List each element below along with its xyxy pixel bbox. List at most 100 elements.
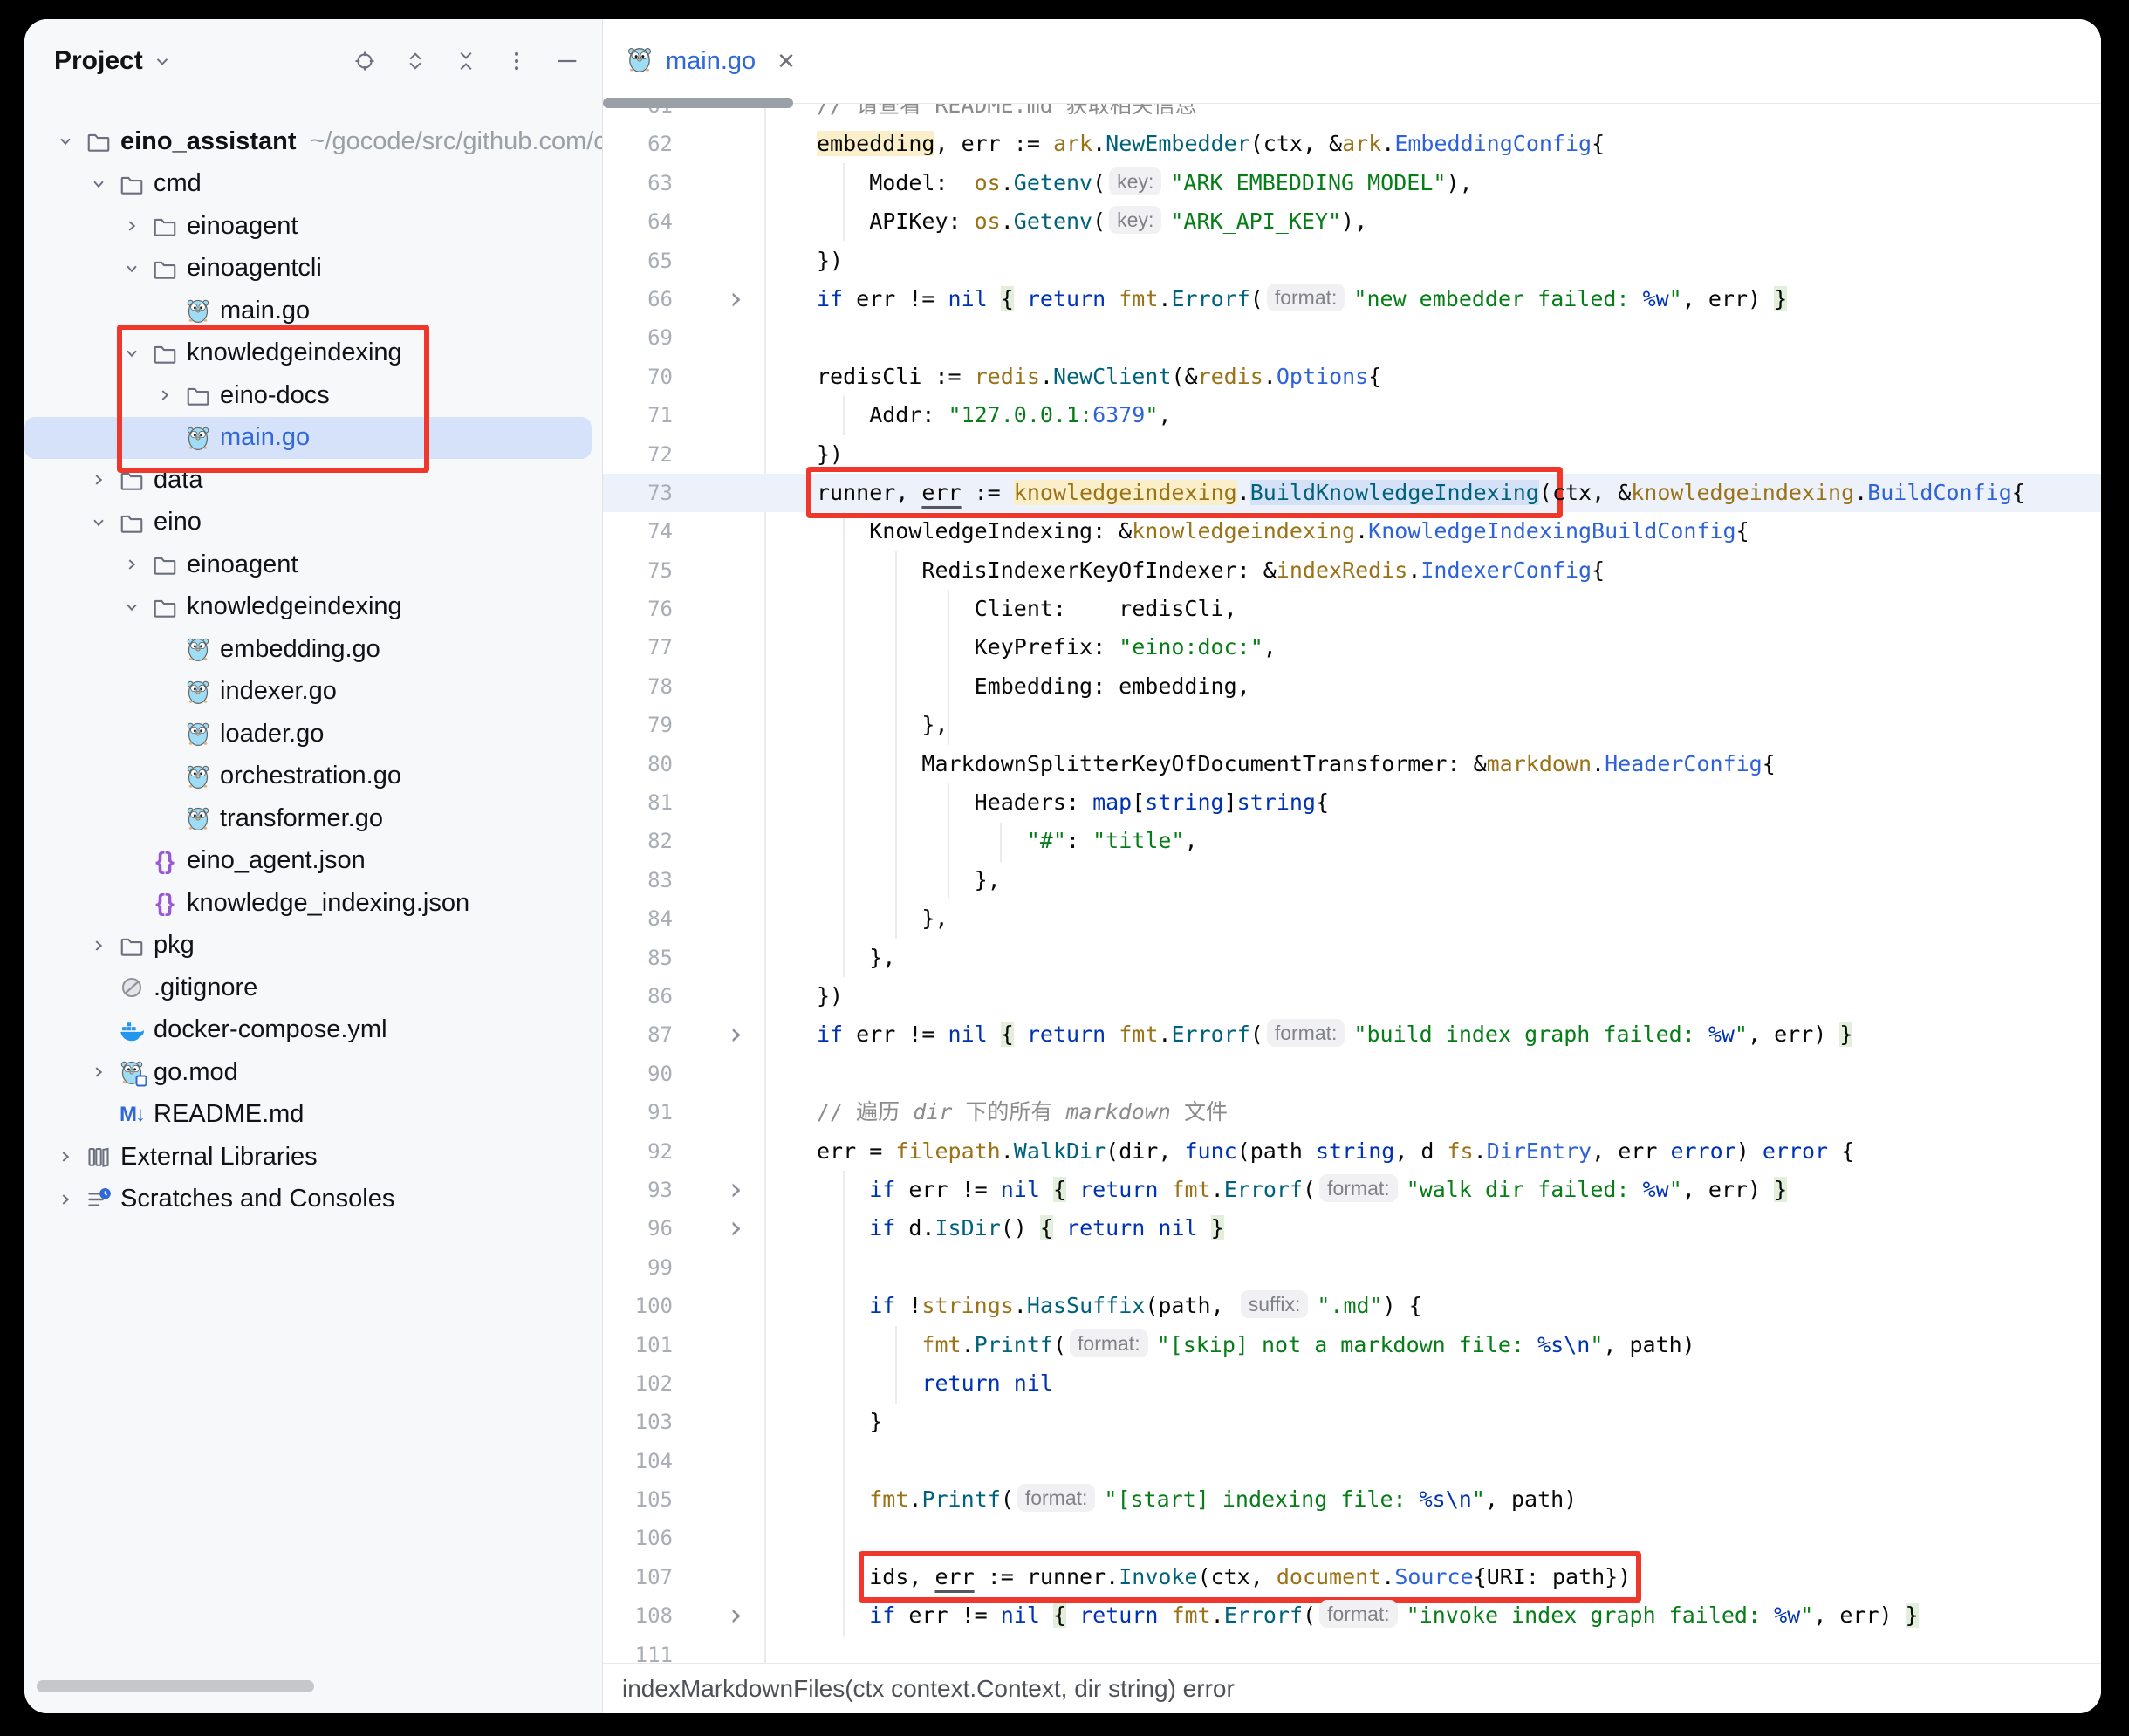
fold-arrow-icon[interactable]: › [673, 1596, 799, 1635]
line-number[interactable]: 90 [603, 1055, 673, 1093]
sidebar-horizontal-scrollbar[interactable] [37, 1680, 314, 1692]
code-line-76[interactable]: 76 Client: redisCli, [603, 590, 2101, 628]
code-line-69[interactable]: 69 [603, 318, 2101, 357]
tree-item-transformer.go[interactable]: transformer.go [24, 797, 602, 840]
code-line-99[interactable]: 99 [603, 1248, 2101, 1287]
tree-item-einoagent[interactable]: einoagent [24, 543, 602, 586]
line-number[interactable]: 86 [603, 977, 673, 1015]
line-number[interactable]: 69 [603, 318, 673, 357]
code-line-101[interactable]: 101 fmt.Printf(format:"[skip] not a mark… [603, 1326, 2101, 1364]
line-number[interactable]: 63 [603, 164, 673, 202]
line-number[interactable]: 99 [603, 1248, 673, 1287]
chevron-down-icon[interactable] [82, 513, 115, 532]
chevron-right-icon[interactable] [82, 470, 115, 489]
code-line-102[interactable]: 102 return nil [603, 1364, 2101, 1403]
line-number[interactable]: 85 [603, 939, 673, 977]
code-line-100[interactable]: 100 if !strings.HasSuffix(path, suffix:"… [603, 1287, 2101, 1325]
tree-item-eino-agent.json[interactable]: {}eino_agent.json [24, 840, 602, 883]
tree-item-einoagent[interactable]: einoagent [24, 205, 602, 248]
line-number[interactable]: 87 [603, 1015, 673, 1054]
line-number[interactable]: 72 [603, 435, 673, 474]
chevron-right-icon[interactable] [49, 1147, 82, 1166]
tree-item-knowledgeindexing[interactable]: knowledgeindexing [24, 586, 602, 629]
line-number[interactable]: 66 [603, 280, 673, 318]
fold-arrow-icon[interactable]: › [673, 1015, 799, 1054]
chevron-right-icon[interactable] [148, 386, 181, 405]
code-line-87[interactable]: 87›if err != nil { return fmt.Errorf(for… [603, 1015, 2101, 1054]
line-number[interactable]: 91 [603, 1093, 673, 1131]
code-line-90[interactable]: 90 [603, 1055, 2101, 1093]
chevron-down-icon[interactable] [115, 344, 148, 363]
chevron-right-icon[interactable] [82, 936, 115, 955]
code-line-83[interactable]: 83 }, [603, 861, 2101, 899]
code-line-103[interactable]: 103 } [603, 1403, 2101, 1441]
code-line-66[interactable]: 66›if err != nil { return fmt.Errorf(for… [603, 280, 2101, 318]
tree-item-loader.go[interactable]: loader.go [24, 713, 602, 755]
fold-arrow-icon[interactable]: › [673, 1209, 799, 1247]
line-number[interactable]: 96 [603, 1209, 673, 1247]
code-line-63[interactable]: 63 Model: os.Getenv(key:"ARK_EMBEDDING_M… [603, 164, 2101, 202]
tree-item-pkg[interactable]: pkg [24, 925, 602, 967]
tree-item-orchestration.go[interactable]: orchestration.go [24, 755, 602, 798]
close-icon[interactable]: ✕ [777, 48, 796, 75]
line-number[interactable]: 107 [603, 1558, 673, 1596]
chevron-down-icon[interactable] [150, 49, 175, 73]
code-line-73[interactable]: 73runner, err := knowledgeindexing.Build… [603, 474, 2101, 512]
line-number[interactable]: 77 [603, 628, 673, 666]
code-line-84[interactable]: 84 }, [603, 899, 2101, 938]
line-number[interactable]: 92 [603, 1132, 673, 1171]
code-line-91[interactable]: 91// 遍历 dir 下的所有 markdown 文件 [603, 1093, 2101, 1131]
code-line-96[interactable]: 96› if d.IsDir() { return nil } [603, 1209, 2101, 1247]
code-line-77[interactable]: 77 KeyPrefix: "eino:doc:", [603, 628, 2101, 666]
line-number[interactable]: 84 [603, 899, 673, 938]
tree-item-main.go[interactable]: main.go [24, 290, 602, 332]
line-number[interactable]: 73 [603, 474, 673, 512]
line-number[interactable]: 104 [603, 1442, 673, 1480]
line-number[interactable]: 79 [603, 706, 673, 744]
code-line-105[interactable]: 105 fmt.Printf(format:"[start] indexing … [603, 1480, 2101, 1519]
code-viewport[interactable]: 61// 请查看 README.md 获取相关信息62embedding, er… [603, 104, 2101, 1663]
code-line-86[interactable]: 86}) [603, 977, 2101, 1015]
code-line-70[interactable]: 70redisCli := redis.NewClient(&redis.Opt… [603, 358, 2101, 396]
line-number[interactable]: 93 [603, 1171, 673, 1209]
tree-item-docker-compose.yml[interactable]: docker-compose.yml [24, 1009, 602, 1052]
code-line-81[interactable]: 81 Headers: map[string]string{ [603, 783, 2101, 822]
hide-panel-icon[interactable] [555, 49, 579, 73]
more-options-icon[interactable] [504, 49, 529, 73]
chevron-down-icon[interactable] [115, 598, 148, 617]
code-line-82[interactable]: 82 "#": "title", [603, 822, 2101, 860]
code-line-111[interactable]: 111 [603, 1636, 2101, 1663]
collapse-all-icon[interactable] [454, 49, 478, 73]
line-number[interactable]: 83 [603, 861, 673, 899]
tree-item-einoagentcli[interactable]: einoagentcli [24, 248, 602, 290]
expand-all-icon[interactable] [403, 49, 428, 73]
line-number[interactable]: 76 [603, 590, 673, 628]
tree-item-main.go[interactable]: main.go [24, 417, 592, 460]
tree-item-knowledgeindexing[interactable]: knowledgeindexing [24, 332, 602, 375]
code-line-93[interactable]: 93› if err != nil { return fmt.Errorf(fo… [603, 1171, 2101, 1209]
line-number[interactable]: 80 [603, 745, 673, 783]
line-number[interactable]: 62 [603, 125, 673, 163]
line-number[interactable]: 103 [603, 1403, 673, 1441]
chevron-right-icon[interactable] [82, 1063, 115, 1082]
target-icon[interactable] [353, 49, 377, 73]
breadcrumb[interactable]: indexMarkdownFiles(ctx context.Context, … [603, 1663, 2101, 1713]
line-number[interactable]: 78 [603, 667, 673, 706]
code-line-65[interactable]: 65}) [603, 242, 2101, 280]
code-line-74[interactable]: 74 KnowledgeIndexing: &knowledgeindexing… [603, 512, 2101, 550]
chevron-right-icon[interactable] [115, 555, 148, 574]
line-number[interactable]: 102 [603, 1364, 673, 1403]
chevron-right-icon[interactable] [49, 1190, 82, 1209]
line-number[interactable]: 105 [603, 1480, 673, 1519]
code-line-64[interactable]: 64 APIKey: os.Getenv(key:"ARK_API_KEY"), [603, 202, 2101, 241]
line-number[interactable]: 100 [603, 1287, 673, 1325]
code-line-85[interactable]: 85 }, [603, 939, 2101, 977]
line-number[interactable]: 70 [603, 358, 673, 396]
chevron-right-icon[interactable] [115, 216, 148, 236]
line-number[interactable]: 75 [603, 551, 673, 590]
tree-item-External-Libraries[interactable]: External Libraries [24, 1136, 602, 1179]
tree-item-eino-assistant[interactable]: eino_assistant~/gocode/src/github.com/cl [24, 120, 602, 163]
fold-arrow-icon[interactable]: › [673, 280, 799, 318]
tree-item-eino-docs[interactable]: eino-docs [24, 374, 602, 417]
tree-item-knowledge-indexing.json[interactable]: {}knowledge_indexing.json [24, 882, 602, 925]
